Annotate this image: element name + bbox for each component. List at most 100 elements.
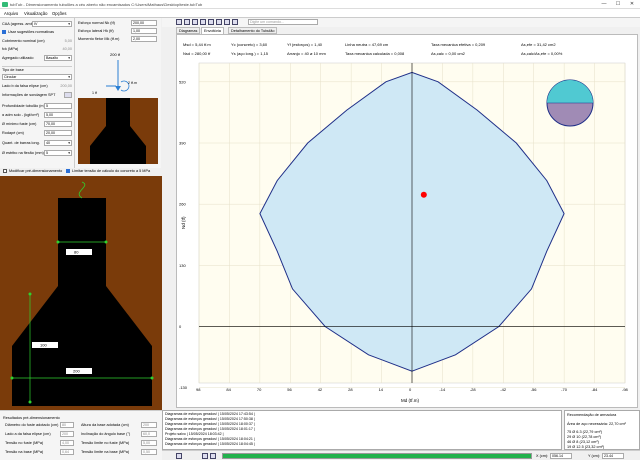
dim-point[interactable]: [150, 376, 154, 380]
arranjo-info: Arranjo = 40 ø 10 mm: [287, 51, 326, 56]
dim-point[interactable]: [104, 240, 108, 244]
title-bar: tubTub - Dimensionamento tubulões a céu …: [0, 0, 640, 9]
pan-icon[interactable]: [176, 453, 182, 459]
section-minimap: [546, 79, 594, 127]
as-ratio-info: As,calc/As,efe = 0,00%: [521, 51, 563, 56]
flexao-select[interactable]: 5: [44, 150, 72, 156]
tensao-lim-base-value: 0,50: [141, 449, 157, 455]
export-icon[interactable]: [232, 19, 238, 25]
nk-input[interactable]: 200,00: [131, 20, 157, 26]
inputs-panel: CAA (agress. ambiental) IV Usar sugestõe…: [0, 18, 75, 168]
ys-info: Ys (aço long.) = 1,15: [231, 51, 269, 56]
minimize-button[interactable]: —: [598, 1, 610, 8]
rodape-input[interactable]: 20,00: [44, 130, 72, 136]
x-label: X (cm):: [536, 454, 549, 458]
atrito-input[interactable]: 5,00: [44, 112, 72, 118]
mk-label: Momento fletor Mk (tf.m): [78, 37, 120, 41]
envelope-panel: Msd = 5,44 tf.m Nsd = 280,00 tf Yc (conc…: [176, 34, 638, 408]
caa-select[interactable]: IV: [32, 21, 72, 27]
hk-label: Esforço lateral Hk (tf): [78, 29, 114, 33]
dim-point[interactable]: [28, 292, 32, 296]
menu-arquivo[interactable]: Arquivo: [4, 11, 18, 16]
open-icon[interactable]: [184, 19, 190, 25]
x-tick-label: 28: [348, 387, 353, 392]
info-icon[interactable]: [224, 19, 230, 25]
prof-label: Profundidade tubulão (m): [2, 104, 45, 108]
maximize-button[interactable]: ☐: [612, 1, 624, 8]
zoom-in-icon[interactable]: [202, 453, 208, 459]
rec-line: 29 Ø 10 (22,78 cm²): [567, 435, 601, 439]
x-tick-label: -28: [470, 387, 477, 392]
toolbar: Digite um comando...: [162, 18, 640, 27]
run-icon[interactable]: [216, 19, 222, 25]
fck-value[interactable]: 40,00: [55, 47, 72, 51]
barras-select[interactable]: 40: [44, 140, 72, 146]
altura-label: Altura da base adotada (cm): [81, 423, 129, 427]
dim-height-label: 100: [40, 343, 47, 348]
y-ticks: 520 390 260 130 0 -130: [179, 79, 188, 390]
dim-top-box: [66, 249, 92, 255]
load-label: 200 tf: [110, 52, 121, 57]
new-icon[interactable]: [176, 19, 182, 25]
y-tick-label: 260: [179, 202, 186, 207]
close-button[interactable]: ✕: [626, 1, 638, 8]
zoom-out-icon[interactable]: [210, 453, 216, 459]
y-tick-label: 520: [179, 79, 186, 84]
m-label: 2 tf.m: [128, 81, 137, 85]
nsd-info: Nsd = 280,00 tf: [183, 51, 211, 56]
rec-line: 46 Ø 8 (23,12 cm²): [567, 440, 599, 444]
prof-input[interactable]: 5: [44, 103, 72, 109]
lado-result-value: 200: [60, 431, 74, 437]
x-tick-label: 42: [318, 387, 323, 392]
redo-icon[interactable]: [208, 19, 214, 25]
x-tick-label: -56: [531, 387, 538, 392]
y-tick-label: 130: [179, 263, 186, 268]
nk-label: Esforço normal Nk (tf): [78, 21, 115, 25]
rec-line: 75 Ø 6.3 (22,79 cm²): [567, 430, 603, 434]
modificar-checkbox[interactable]: [3, 169, 7, 173]
agregado-select[interactable]: Basalto: [44, 55, 72, 61]
limitar-checkbox[interactable]: [66, 169, 70, 173]
hk-input[interactable]: 1,00: [131, 28, 157, 34]
menu-visualizacao[interactable]: Visualização: [24, 11, 47, 16]
y-tick-label: -130: [179, 385, 188, 390]
fuste-input[interactable]: 70,00: [44, 121, 72, 127]
fck-label: fck (MPa): [2, 47, 19, 51]
x-tick-label: -14: [439, 387, 446, 392]
menu-bar: Arquivo Visualização Opções: [0, 9, 640, 18]
dim-point[interactable]: [28, 400, 32, 404]
command-input[interactable]: Digite um comando...: [248, 19, 318, 25]
tensao-value: 4,00: [60, 440, 74, 446]
x-tick-label: -98: [622, 387, 629, 392]
window-title: tubTub - Dimensionamento tubulões a céu …: [10, 2, 203, 7]
cobrimento-label: Cobrimento nominal (cm): [2, 39, 45, 43]
menu-opcoes[interactable]: Opções: [52, 11, 66, 16]
y-value: 23.44: [602, 453, 624, 459]
cobrimento-value[interactable]: 5,00: [55, 39, 72, 43]
taxa-calc-info: Taxa mecanica calculada = 0,008: [345, 51, 405, 56]
tab-diagramas[interactable]: Diagramas: [176, 27, 201, 34]
barras-label: Quant. de barras long.: [2, 141, 40, 145]
fuste-label: Ø mínimo fuste (cm): [2, 122, 37, 126]
msd-info: Msd = 5,44 tf.m: [183, 42, 211, 47]
dim-point[interactable]: [56, 240, 60, 244]
undo-icon[interactable]: [200, 19, 206, 25]
tab-envoltoria[interactable]: Envoltória: [201, 27, 224, 34]
dim-point[interactable]: [10, 376, 14, 380]
y-axis-label: Nd (tf): [181, 216, 186, 229]
rodape-label: Rodapé (cm): [2, 131, 24, 135]
as-calc-info: As,calc = 0,00 cm2: [431, 51, 465, 56]
rec-area: Área de aço necessária: 22,70 cm²: [567, 422, 626, 426]
tab-detalhamento[interactable]: Detalhamento do Tubulão: [228, 27, 278, 34]
lado-value[interactable]: 200,00: [55, 84, 72, 88]
status-bar: X (cm): 056.14 Y (cm): 23.44: [162, 450, 640, 460]
design-point[interactable]: [420, 191, 427, 198]
base-type-select[interactable]: Circular: [2, 74, 72, 80]
agregado-label: Agregado utilizado: [2, 56, 34, 60]
spt-button[interactable]: [64, 92, 72, 98]
diam-label: Diâmetro do fuste adotado (cm): [5, 423, 59, 427]
save-icon[interactable]: [192, 19, 198, 25]
normas-checkbox[interactable]: [2, 30, 6, 34]
y-tick-label: 390: [179, 141, 186, 146]
mk-input[interactable]: 2,00: [131, 36, 157, 42]
